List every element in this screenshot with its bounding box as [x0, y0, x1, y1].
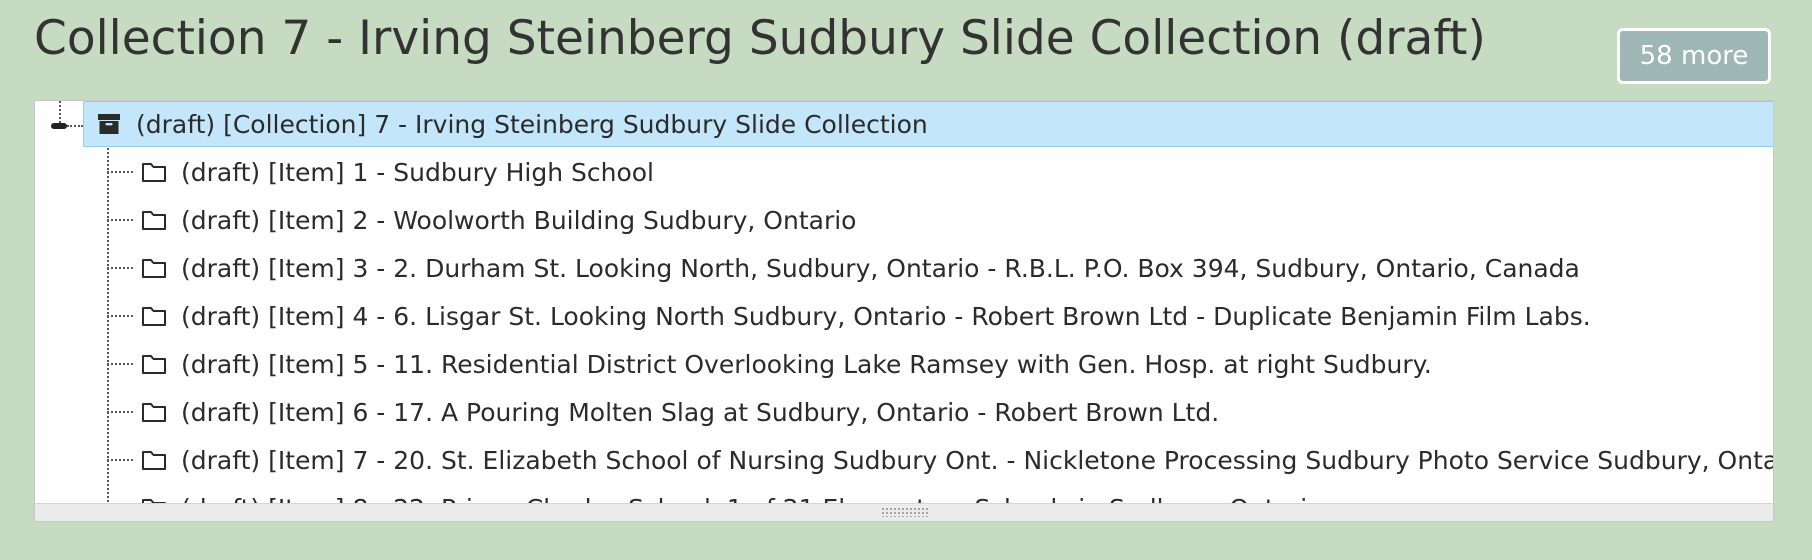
folder-icon	[141, 159, 167, 185]
more-button[interactable]: 58 more	[1617, 28, 1771, 84]
tree-node-label: (draft) [Item] 2 - Woolworth Building Su…	[181, 205, 857, 235]
tree-node-item[interactable]: (draft) [Item] 4 - 6. Lisgar St. Looking…	[107, 293, 1591, 339]
tree-connector	[107, 171, 133, 173]
resize-handle-bar[interactable]	[35, 503, 1773, 521]
tree-connector	[107, 219, 133, 221]
tree-connector	[107, 363, 133, 365]
folder-icon	[141, 207, 167, 233]
tree-panel: (draft) [Collection] 7 - Irving Steinber…	[34, 100, 1774, 522]
folder-icon	[141, 303, 167, 329]
collapse-toggle[interactable]	[51, 123, 67, 129]
tree-node-collection[interactable]: (draft) [Collection] 7 - Irving Steinber…	[83, 101, 1773, 147]
tree-node-label: (draft) [Item] 4 - 6. Lisgar St. Looking…	[181, 301, 1591, 331]
tree-node-label: (draft) [Item] 3 - 2. Durham St. Looking…	[181, 253, 1580, 283]
tree-connector	[107, 315, 133, 317]
tree-connector	[67, 125, 83, 127]
tree-node-item[interactable]: (draft) [Item] 5 - 11. Residential Distr…	[107, 341, 1432, 387]
tree-node-item[interactable]: (draft) [Item] 1 - Sudbury High School	[107, 149, 654, 195]
tree-connector	[107, 267, 133, 269]
tree-node-label: (draft) [Item] 6 - 17. A Pouring Molten …	[181, 397, 1220, 427]
folder-icon	[141, 351, 167, 377]
tree-node-item[interactable]: (draft) [Item] 8 - 22. Prince Charles Sc…	[107, 485, 1322, 504]
tree-node-label: (draft) [Item] 5 - 11. Residential Distr…	[181, 349, 1432, 379]
folder-icon	[141, 399, 167, 425]
tree-node-label: (draft) [Item] 7 - 20. St. Elizabeth Sch…	[181, 445, 1773, 475]
tree-node-item[interactable]: (draft) [Item] 6 - 17. A Pouring Molten …	[107, 389, 1219, 435]
tree-node-item[interactable]: (draft) [Item] 2 - Woolworth Building Su…	[107, 197, 856, 243]
grip-icon[interactable]	[881, 507, 929, 517]
page-title: Collection 7 - Irving Steinberg Sudbury …	[34, 11, 1486, 66]
folder-icon	[141, 447, 167, 473]
tree-connector	[107, 411, 133, 413]
archive-box-icon	[96, 111, 122, 137]
tree-viewport: (draft) [Collection] 7 - Irving Steinber…	[35, 101, 1773, 504]
tree-connector	[59, 101, 61, 123]
tree-node-item[interactable]: (draft) [Item] 7 - 20. St. Elizabeth Sch…	[107, 437, 1773, 483]
tree-connector	[107, 459, 133, 461]
tree-node-label: (draft) [Item] 1 - Sudbury High School	[181, 157, 654, 187]
tree-node-item[interactable]: (draft) [Item] 3 - 2. Durham St. Looking…	[107, 245, 1580, 291]
tree-node-label: (draft) [Collection] 7 - Irving Steinber…	[136, 109, 928, 139]
folder-icon	[141, 255, 167, 281]
